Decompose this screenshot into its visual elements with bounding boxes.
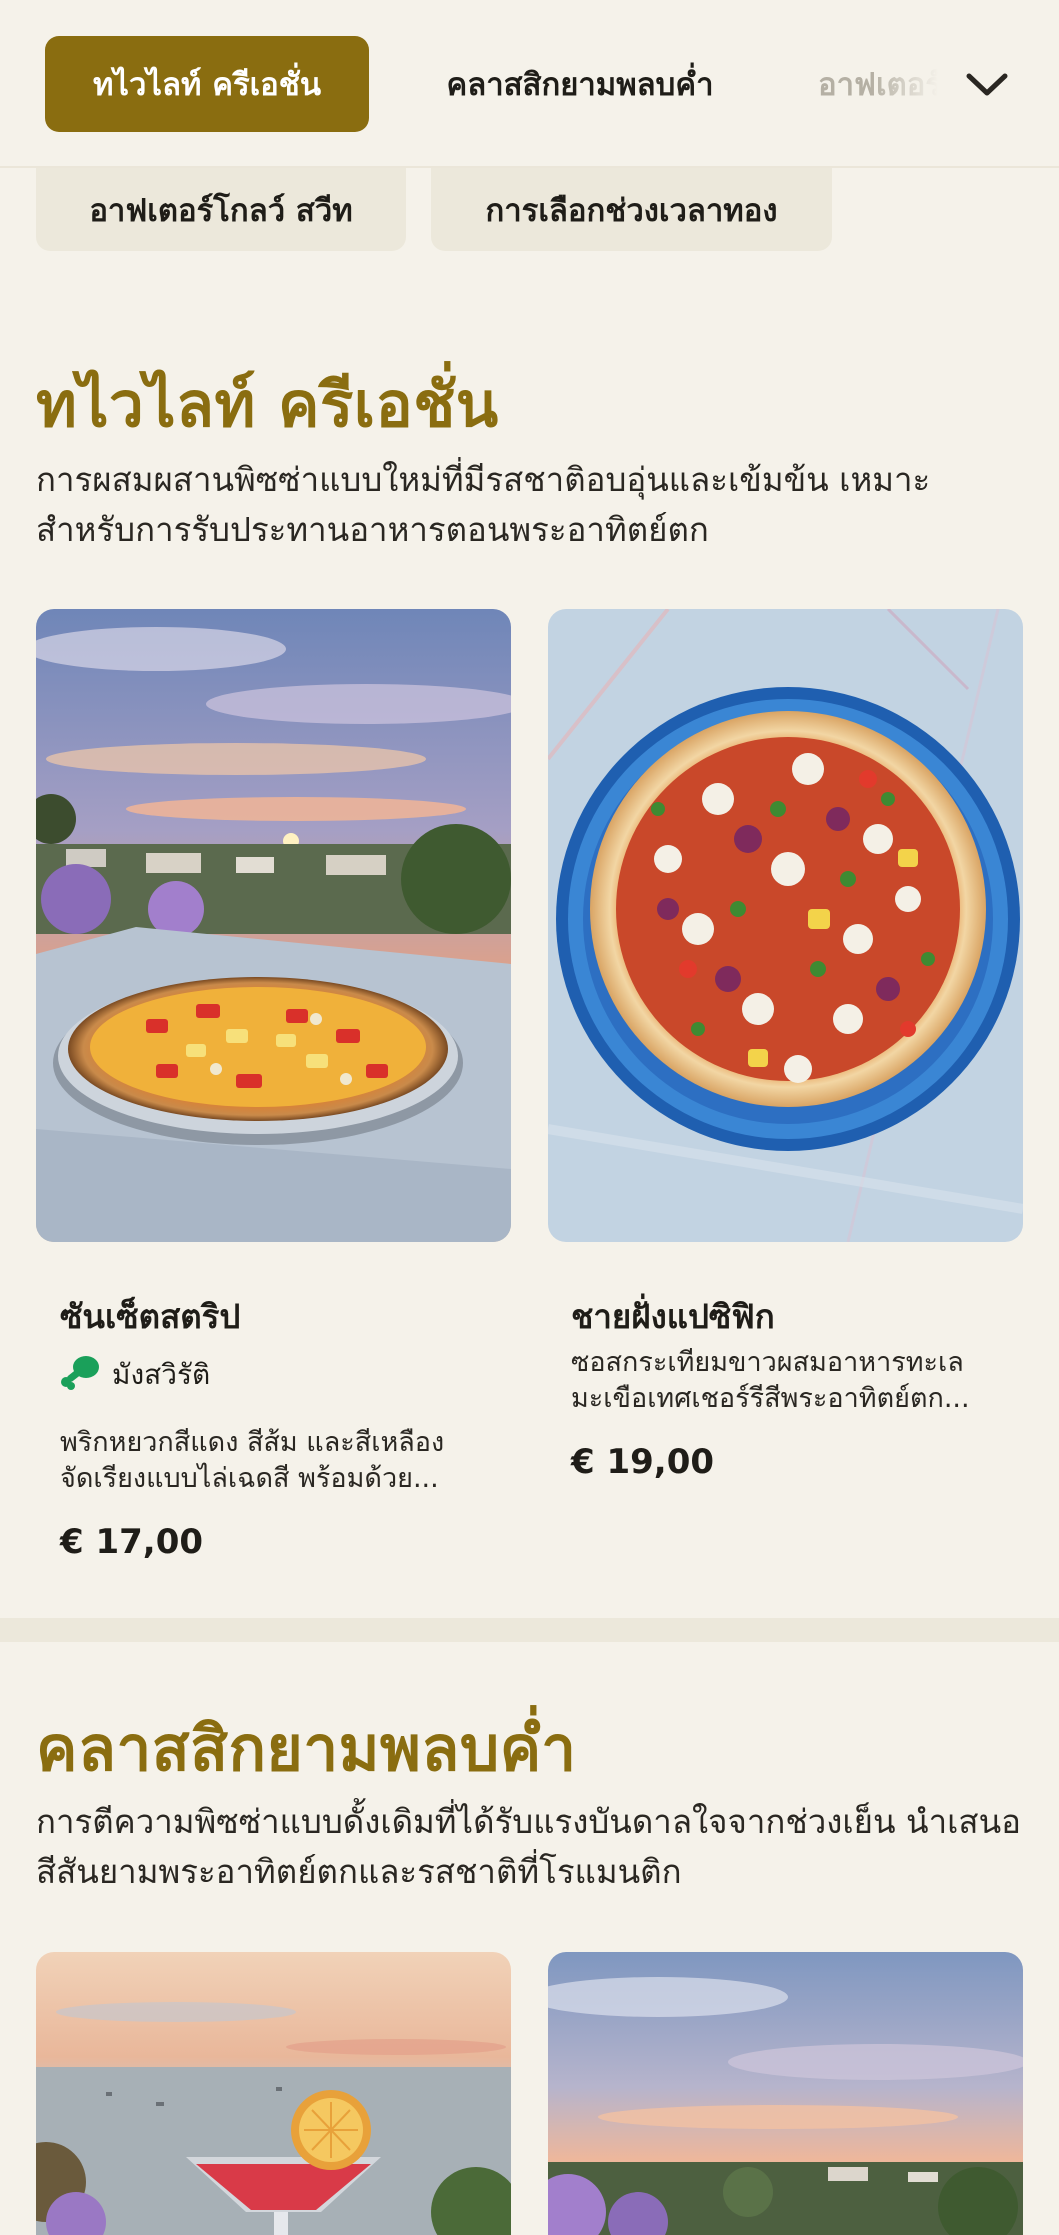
tab-twilight-creations[interactable]: ทไวไลท์ ครีเอชั่น — [45, 36, 369, 132]
pizza-image-pacific-coast[interactable] — [548, 609, 1023, 1242]
section-title: คลาสสิกยามพลบค่ำ — [36, 1712, 577, 1785]
item-name: ชายฝั่งแปซิฟิก — [571, 1297, 775, 1336]
section-description: การตีความพิซซ่าแบบดั้งเดิมที่ได้รับแรงบั… — [36, 1802, 1021, 1891]
item-name: ซันเซ็ตสตริป — [60, 1297, 241, 1336]
chip-golden-hour-selection[interactable]: การเลือกช่วงเวลาทอง — [431, 168, 832, 251]
tab-dusk-classics[interactable]: คลาสสิกยามพลบค่ำ — [400, 36, 760, 132]
tab-afterglow-sweets[interactable]: อาฟเตอร์โกลว์ สวีท — [818, 36, 938, 132]
item-price: € 19,00 — [571, 1442, 715, 1482]
pizza-image-sunset-strip[interactable] — [36, 609, 511, 1242]
badge-label: มังสวิรัติ — [112, 1358, 211, 1391]
pizza-image-dusk-2[interactable] — [548, 1952, 1023, 2235]
pizza-image-dusk-1[interactable] — [36, 1952, 511, 2235]
chip-afterglow-sweets[interactable]: อาฟเตอร์โกลว์ สวีท — [36, 168, 406, 251]
item-price: € 17,00 — [60, 1522, 204, 1562]
category-nav: ทไวไลท์ ครีเอชั่น คลาสสิกยามพลบค่ำ อาฟเต… — [0, 0, 1059, 168]
section-divider — [0, 1618, 1059, 1642]
vegetarian-drumstick-icon — [60, 1354, 100, 1397]
item-description: พริกหยวกสีแดง สีส้ม และสีเหลือง จัดเรียง… — [60, 1427, 445, 1494]
section-title: ทไวไลท์ ครีเอชั่น — [36, 368, 499, 441]
vegetarian-badge: มังสวิรัติ — [60, 1353, 210, 1397]
chevron-down-icon[interactable] — [962, 60, 1012, 110]
item-description: ซอสกระเทียมขาวผสมอาหารทะเล มะเขือเทศเชอร… — [571, 1347, 970, 1414]
section-description: การผสมผสานพิซซ่าแบบใหม่ที่มีรสชาติอบอุ่น… — [36, 460, 931, 549]
